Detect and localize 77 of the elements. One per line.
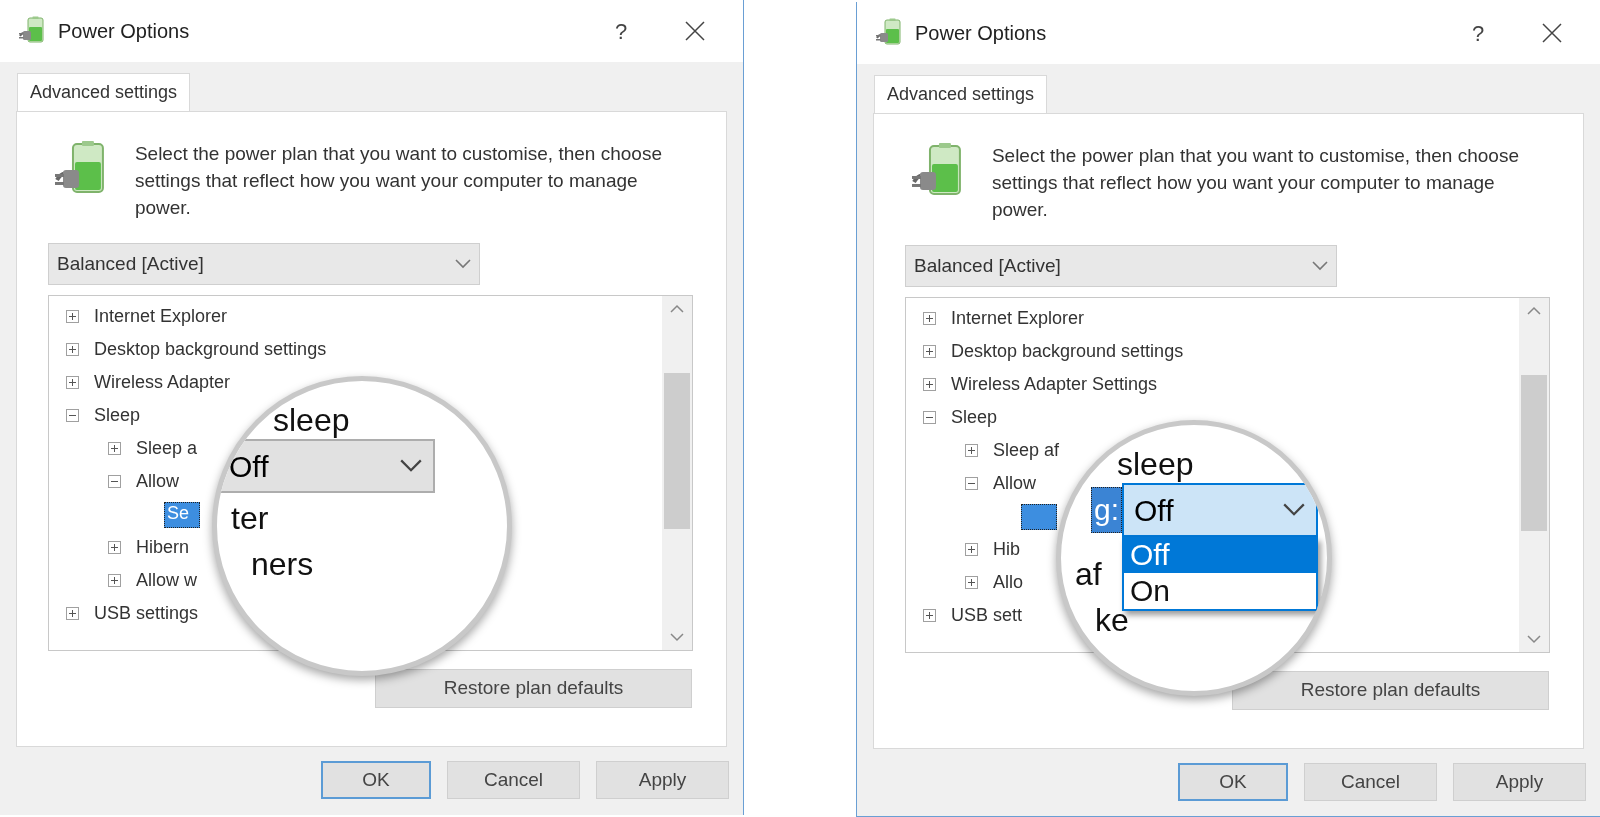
expand-icon[interactable] — [923, 312, 936, 325]
tree-item[interactable]: Hib — [993, 539, 1020, 560]
expand-icon[interactable] — [108, 541, 121, 554]
collapse-icon[interactable] — [923, 411, 936, 424]
expand-icon[interactable] — [923, 345, 936, 358]
window-title: Power Options — [915, 21, 1047, 46]
scrollbar[interactable] — [662, 296, 692, 650]
plan-dropdown[interactable]: Balanced [Active] — [905, 245, 1337, 287]
restore-defaults-button[interactable]: Restore plan defaults — [1232, 671, 1549, 710]
magnified-text: sleep — [1117, 445, 1194, 483]
tree-item[interactable]: Sleep a — [136, 438, 198, 459]
tree-item[interactable]: Allow — [136, 471, 179, 492]
expand-icon[interactable] — [923, 609, 936, 622]
chevron-down-icon — [1312, 261, 1328, 271]
magnified-text: sleep — [273, 401, 350, 439]
tree-item[interactable]: Sleep — [951, 407, 998, 428]
dialog-button[interactable]: Apply — [596, 761, 729, 799]
chevron-down-icon — [399, 459, 423, 473]
tree-item[interactable]: Desktop background settings — [951, 341, 1184, 362]
collapse-icon[interactable] — [108, 475, 121, 488]
setting-dropdown[interactable]: Off — [1122, 483, 1319, 537]
expand-icon[interactable] — [965, 576, 978, 589]
window-title: Power Options — [58, 19, 190, 44]
tree-item[interactable] — [1021, 503, 1057, 530]
collapse-icon[interactable] — [965, 477, 978, 490]
chevron-down-icon — [455, 259, 471, 269]
tree-item[interactable]: Internet Explorer — [951, 308, 1085, 329]
dialog-button[interactable]: Cancel — [1304, 763, 1437, 801]
tree-item[interactable]: Allow w — [136, 570, 197, 591]
close-icon — [685, 21, 705, 41]
expand-icon[interactable] — [108, 442, 121, 455]
description-text: Select the power plan that you want to customise, then choose settings that reflect how you want your computer to manage power. — [991, 144, 1520, 222]
scroll-up-icon[interactable] — [670, 304, 684, 313]
expand-icon[interactable] — [66, 310, 79, 323]
tree-item[interactable]: Wireless Adapter — [94, 372, 231, 393]
expand-icon[interactable] — [108, 574, 121, 587]
expand-icon[interactable] — [66, 607, 79, 620]
scrollbar-thumb[interactable] — [1521, 375, 1547, 531]
tree-item[interactable]: USB settings — [94, 603, 199, 624]
tree-item[interactable]: Wireless Adapter Settings — [951, 374, 1158, 395]
chevron-down-icon — [1282, 503, 1307, 517]
help-button[interactable]: ? — [601, 11, 641, 51]
scroll-up-icon[interactable] — [1527, 306, 1541, 315]
tree-item[interactable]: Allo — [993, 572, 1023, 593]
expand-icon[interactable] — [965, 444, 978, 457]
magnified-text: ners — [251, 545, 314, 584]
scroll-down-icon[interactable] — [670, 633, 684, 642]
scrollbar-thumb[interactable] — [664, 373, 690, 529]
close-icon — [1542, 23, 1562, 43]
tree-item[interactable]: Sleep af — [993, 440, 1060, 461]
tree-item[interactable]: USB sett — [951, 605, 1023, 626]
dialog-button[interactable]: OK — [1178, 763, 1288, 801]
magnified-text: ter — [231, 499, 269, 538]
description-text: Select the power plan that you want to customise, then choose settings that reflect how you want your computer to manage power. — [134, 142, 663, 220]
tree-item[interactable]: Sleep — [94, 405, 141, 426]
dialog-button[interactable]: OK — [321, 761, 431, 799]
tab[interactable]: Advanced settings — [17, 73, 191, 111]
help-button[interactable]: ? — [1458, 13, 1498, 53]
expand-icon[interactable] — [965, 543, 978, 556]
expand-icon[interactable] — [66, 376, 79, 389]
expand-icon[interactable] — [923, 378, 936, 391]
tree-item[interactable]: Desktop background settings — [94, 339, 327, 360]
scrollbar[interactable] — [1519, 298, 1549, 652]
tree-item[interactable]: Allow — [993, 473, 1036, 494]
dropdown-option[interactable]: Off — [1124, 537, 1317, 573]
collapse-icon[interactable] — [66, 409, 79, 422]
tree-item[interactable]: Hibern — [136, 537, 190, 558]
tab[interactable]: Advanced settings — [874, 75, 1048, 113]
magnified-text: g: — [1091, 487, 1123, 533]
restore-defaults-button[interactable]: Restore plan defaults — [375, 669, 692, 708]
dialog-button[interactable]: Apply — [1453, 763, 1586, 801]
scroll-down-icon[interactable] — [1527, 635, 1541, 644]
tree-item[interactable]: Internet Explorer — [94, 306, 228, 327]
magnified-text: af — [1075, 555, 1102, 594]
dialog-button[interactable]: Cancel — [447, 761, 580, 799]
plan-dropdown[interactable]: Balanced [Active] — [48, 243, 480, 285]
expand-icon[interactable] — [66, 343, 79, 356]
